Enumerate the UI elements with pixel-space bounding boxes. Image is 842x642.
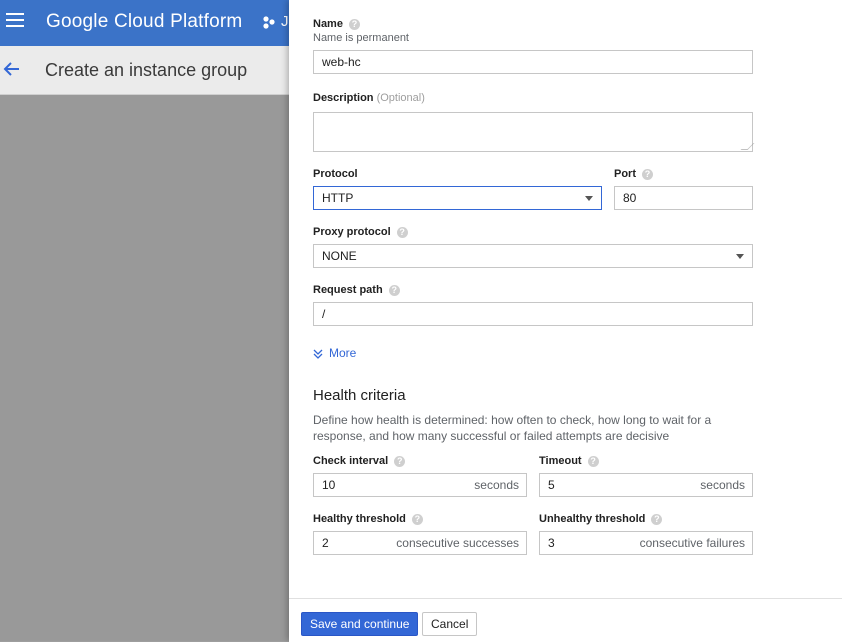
timeout-label-text: Timeout [539,455,582,467]
request-path-input[interactable]: / [313,302,753,326]
hamburger-menu-icon[interactable] [6,13,24,29]
dropdown-arrow-icon [736,254,744,259]
timeout-help-icon[interactable]: ? [587,455,599,467]
protocol-select[interactable]: HTTP [313,186,602,210]
name-input[interactable]: web-hc [313,50,753,74]
healthy-threshold-value: 2 [322,536,329,550]
port-label-text: Port [614,168,636,180]
name-help-icon[interactable]: ? [348,18,360,30]
timeout-value: 5 [548,478,555,492]
check-interval-value: 10 [322,478,336,492]
check-interval-label: Check interval? [313,455,406,467]
unhealthy-threshold-label: Unhealthy threshold? [539,513,663,525]
optional-tag: (Optional) [376,92,425,104]
port-input[interactable]: 80 [614,186,753,210]
proxy-protocol-label: Proxy protocol? [313,226,408,238]
unhealthy-threshold-help-icon[interactable]: ? [651,513,663,525]
description-textarea[interactable] [313,112,755,152]
healthy-threshold-input[interactable]: 2 consecutive successes [313,531,527,555]
health-criteria-title: Health criteria [313,387,406,404]
timeout-input[interactable]: 5 seconds [539,473,753,497]
unhealthy-threshold-value: 3 [548,536,555,550]
proxy-protocol-label-text: Proxy protocol [313,226,391,238]
check-interval-label-text: Check interval [313,455,389,467]
project-icon[interactable] [262,15,276,29]
protocol-value: HTTP [322,191,354,205]
healthy-threshold-label: Healthy threshold? [313,513,423,525]
name-hint: Name is permanent [313,32,409,44]
unhealthy-threshold-unit: consecutive failures [639,536,745,550]
request-path-help-icon[interactable]: ? [388,284,400,296]
proxy-protocol-value: NONE [322,249,357,263]
more-label: More [329,346,357,360]
name-label-text: Name [313,18,343,30]
cancel-button[interactable]: Cancel [422,612,478,636]
back-arrow-icon[interactable] [2,59,22,79]
more-options-link[interactable]: More [313,346,356,360]
unhealthy-threshold-input[interactable]: 3 consecutive failures [539,531,753,555]
check-interval-input[interactable]: 10 seconds [313,473,527,497]
check-interval-help-icon[interactable]: ? [394,455,406,467]
healthy-threshold-label-text: Healthy threshold [313,513,406,525]
panel-footer: Save and continue Cancel [289,598,842,642]
resize-handle-icon[interactable] [740,143,755,150]
chevron-double-down-icon [313,349,323,359]
healthy-threshold-help-icon[interactable]: ? [411,513,423,525]
dropdown-arrow-icon [585,196,593,201]
timeout-label: Timeout? [539,455,599,467]
product-brand[interactable]: Google Cloud Platform [46,11,242,33]
proxy-protocol-help-icon[interactable]: ? [396,226,408,238]
port-label: Port? [614,168,653,180]
project-selector[interactable]: J [281,13,289,30]
port-help-icon[interactable]: ? [642,168,653,180]
unhealthy-threshold-label-text: Unhealthy threshold [539,513,646,525]
page-title: Create an instance group [45,60,248,80]
save-and-continue-button[interactable]: Save and continue [301,612,419,636]
timeout-unit: seconds [700,478,745,492]
healthy-threshold-unit: consecutive successes [396,536,519,550]
protocol-label: Protocol [313,168,358,180]
request-path-label: Request path? [313,284,400,296]
proxy-protocol-select[interactable]: NONE [313,244,753,268]
description-label-text: Description [313,92,374,104]
name-label: Name? [313,18,360,30]
check-interval-unit: seconds [474,478,519,492]
health-criteria-description: Define how health is determined: how oft… [313,413,712,443]
request-path-label-text: Request path [313,284,383,296]
description-label: Description (Optional) [313,92,425,104]
